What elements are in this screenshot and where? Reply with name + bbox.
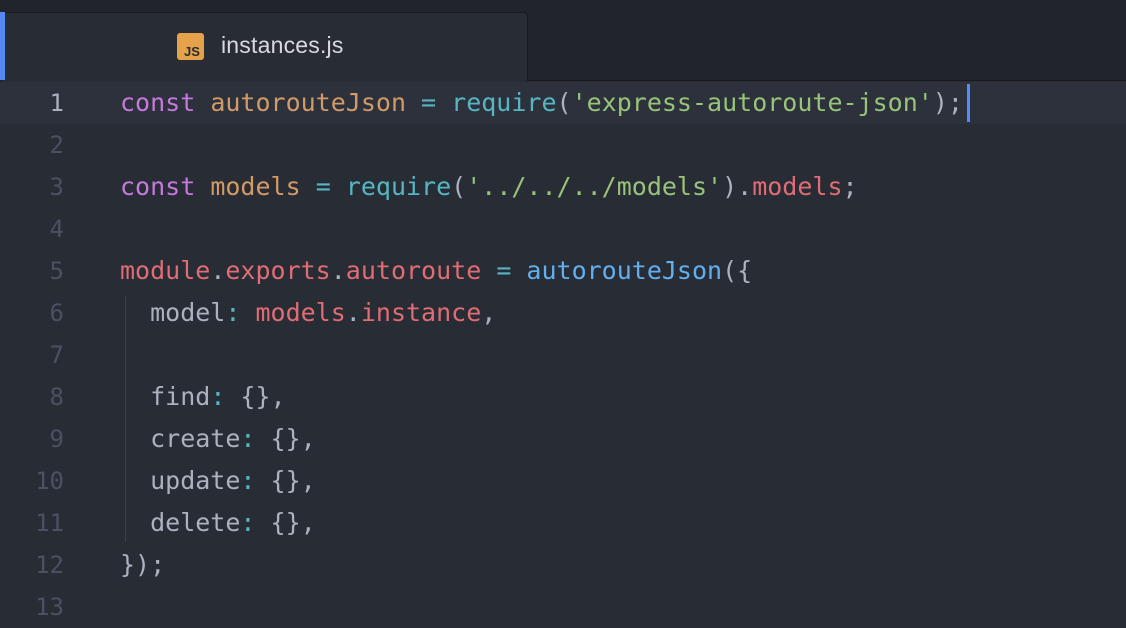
code-line[interactable]: 11 delete: {}, bbox=[0, 502, 1126, 544]
code-token: '../../../models' bbox=[466, 172, 723, 201]
code-line[interactable]: 5 module.exports.autoroute = autorouteJso… bbox=[0, 250, 1126, 292]
code-token: , bbox=[481, 298, 497, 327]
code-token: create bbox=[120, 424, 241, 453]
code-token: ( bbox=[451, 172, 467, 201]
code-token: : bbox=[210, 382, 241, 411]
code-token: ( bbox=[556, 88, 572, 117]
code-token: models bbox=[752, 172, 843, 201]
code-token: require bbox=[345, 172, 452, 201]
code-line[interactable]: 12}); bbox=[0, 544, 1126, 586]
code-token: = bbox=[406, 88, 452, 117]
code-token: : bbox=[240, 508, 271, 537]
active-tab-indicator bbox=[0, 12, 5, 80]
code-token: : bbox=[225, 298, 256, 327]
code-token: ; bbox=[842, 172, 858, 201]
code-line[interactable]: 3 const models = require('../../../models… bbox=[0, 166, 1126, 208]
line-code: find: {}, bbox=[120, 376, 286, 418]
code-token: {}, bbox=[270, 424, 316, 453]
code-token: update bbox=[120, 466, 241, 495]
code-token: ). bbox=[722, 172, 753, 201]
code-token: ); bbox=[932, 88, 963, 117]
code-token: . bbox=[330, 256, 346, 285]
code-token: . bbox=[345, 298, 361, 327]
code-line[interactable]: 6 model: models.instance, bbox=[0, 292, 1126, 334]
code-token: exports bbox=[225, 256, 331, 285]
line-number: 5 bbox=[49, 257, 64, 285]
code-token: ({ bbox=[722, 256, 753, 285]
javascript-file-icon-label: JS bbox=[184, 44, 200, 59]
line-number: 11 bbox=[35, 509, 64, 537]
code-token: const bbox=[120, 88, 196, 117]
line-number: 8 bbox=[49, 383, 64, 411]
code-line[interactable]: 4 bbox=[0, 208, 1126, 250]
line-code: model: models.instance, bbox=[120, 292, 496, 334]
code-token: model bbox=[120, 298, 226, 327]
code-line[interactable]: 7 bbox=[0, 334, 1126, 376]
line-code: update: {}, bbox=[120, 460, 316, 502]
line-code: create: {}, bbox=[120, 418, 316, 460]
line-number: 13 bbox=[35, 593, 64, 621]
code-line[interactable]: 1 const autorouteJson = require('express-… bbox=[0, 82, 1126, 124]
indent-guide bbox=[125, 296, 126, 542]
code-token: instance bbox=[360, 298, 482, 327]
code-token: autorouteJson bbox=[526, 256, 723, 285]
code-token: models bbox=[210, 172, 301, 201]
code-token: 'express-autoroute-json' bbox=[571, 88, 933, 117]
code-line[interactable]: 10 update: {}, bbox=[0, 460, 1126, 502]
line-number: 10 bbox=[35, 467, 64, 495]
code-token: delete bbox=[120, 508, 241, 537]
line-number: 4 bbox=[49, 215, 64, 243]
line-code: const models = require('../../../models'… bbox=[120, 166, 858, 208]
code-token: . bbox=[210, 256, 226, 285]
line-code: }); bbox=[120, 544, 165, 586]
code-editor[interactable]: 1 const autorouteJson = require('express-… bbox=[0, 81, 1126, 621]
line-number: 12 bbox=[35, 551, 64, 579]
code-token: }); bbox=[120, 550, 166, 579]
code-token: {}, bbox=[270, 466, 316, 495]
line-number: 3 bbox=[49, 173, 64, 201]
code-token: find bbox=[120, 382, 211, 411]
code-token: : bbox=[240, 424, 271, 453]
code-token: = bbox=[300, 172, 346, 201]
line-number: 2 bbox=[49, 131, 64, 159]
line-code: delete: {}, bbox=[120, 502, 316, 544]
code-token: const bbox=[120, 172, 196, 201]
code-line[interactable]: 8 find: {}, bbox=[0, 376, 1126, 418]
code-token: {}, bbox=[270, 508, 316, 537]
text-cursor bbox=[966, 84, 970, 122]
line-code: module.exports.autoroute = autorouteJson… bbox=[120, 250, 752, 292]
code-token: autorouteJson bbox=[210, 88, 406, 117]
code-token: require bbox=[451, 88, 557, 117]
code-token: {}, bbox=[240, 382, 286, 411]
code-line[interactable]: 2 bbox=[0, 124, 1126, 166]
code-token: autoroute bbox=[345, 256, 482, 285]
code-line[interactable]: 13 bbox=[0, 586, 1126, 628]
code-token: : bbox=[240, 466, 271, 495]
code-token: module bbox=[120, 256, 211, 285]
line-code: const autorouteJson = require('express-a… bbox=[120, 82, 963, 124]
line-number: 6 bbox=[49, 299, 64, 327]
code-token: models bbox=[255, 298, 346, 327]
code-token: = bbox=[481, 256, 527, 285]
tab-title[interactable]: instances.js bbox=[221, 32, 344, 59]
line-number: 9 bbox=[49, 425, 64, 453]
code-line[interactable]: 9 create: {}, bbox=[0, 418, 1126, 460]
line-number: 7 bbox=[49, 341, 64, 369]
line-number: 1 bbox=[49, 89, 64, 117]
javascript-file-icon: JS bbox=[177, 33, 204, 60]
